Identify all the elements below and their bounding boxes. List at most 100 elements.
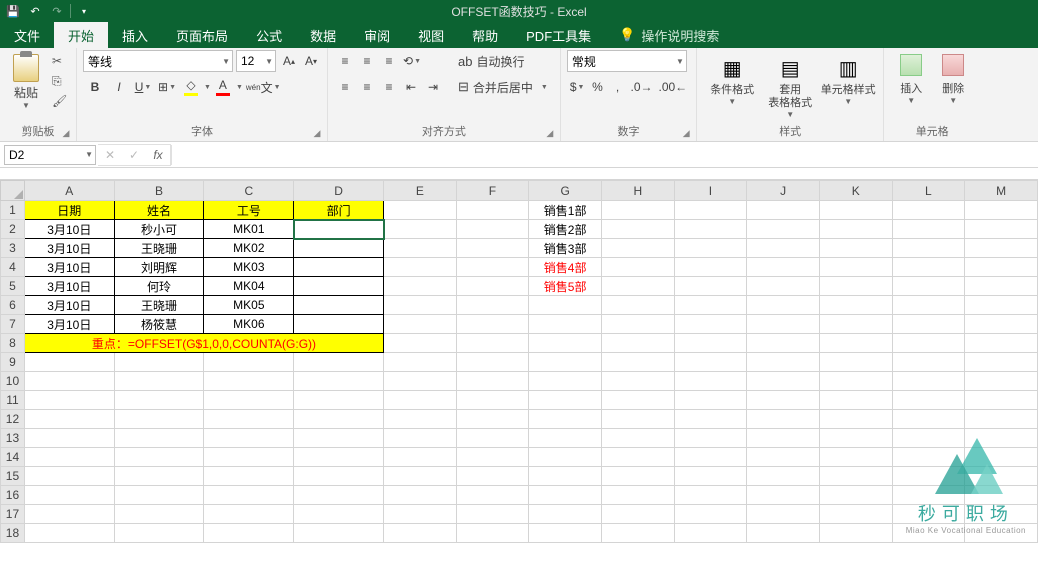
cell-G9[interactable] [529, 353, 602, 372]
cell-B13[interactable] [114, 429, 204, 448]
tab-home[interactable]: 开始 [54, 22, 108, 48]
col-header-F[interactable]: F [456, 181, 529, 201]
cell-L8[interactable] [892, 334, 965, 353]
cell-F11[interactable] [456, 391, 529, 410]
cell-G8[interactable] [529, 334, 602, 353]
row-header-18[interactable]: 18 [1, 524, 25, 543]
cell-A14[interactable] [24, 448, 114, 467]
cell-E14[interactable] [384, 448, 457, 467]
cell-K17[interactable] [819, 505, 892, 524]
cell-M16[interactable] [965, 486, 1038, 505]
cell-K2[interactable] [819, 220, 892, 239]
cell-L11[interactable] [892, 391, 965, 410]
cell-I5[interactable] [674, 277, 747, 296]
cell-E3[interactable] [384, 239, 457, 258]
cell-D16[interactable] [294, 486, 384, 505]
row-header-15[interactable]: 15 [1, 467, 25, 486]
cell-D5[interactable] [294, 277, 384, 296]
cell-B6[interactable]: 王晓珊 [114, 296, 204, 315]
cell-F4[interactable] [456, 258, 529, 277]
name-box[interactable]: D2▼ [4, 145, 96, 165]
tab-review[interactable]: 审阅 [350, 22, 404, 48]
cell-K6[interactable] [819, 296, 892, 315]
cell-L5[interactable] [892, 277, 965, 296]
row-header-5[interactable]: 5 [1, 277, 25, 296]
insert-function-button[interactable]: fx [146, 145, 170, 165]
cell-L7[interactable] [892, 315, 965, 334]
cell-F9[interactable] [456, 353, 529, 372]
font-color-button[interactable]: A [211, 76, 235, 98]
insert-cells-button[interactable]: 插入 ▼ [890, 50, 932, 105]
cell-H10[interactable] [601, 372, 674, 391]
cell-F14[interactable] [456, 448, 529, 467]
cell-I4[interactable] [674, 258, 747, 277]
cell-J1[interactable] [747, 201, 820, 220]
cell-J9[interactable] [747, 353, 820, 372]
cell-C3[interactable]: MK02 [204, 239, 294, 258]
cell-J14[interactable] [747, 448, 820, 467]
cell-H18[interactable] [601, 524, 674, 543]
row-header-7[interactable]: 7 [1, 315, 25, 334]
increase-indent-button[interactable]: ⇥ [422, 76, 444, 98]
cell-K1[interactable] [819, 201, 892, 220]
cell-L13[interactable] [892, 429, 965, 448]
cell-C14[interactable] [204, 448, 294, 467]
qat-customize-icon[interactable]: ▾ [75, 2, 93, 20]
cell-K9[interactable] [819, 353, 892, 372]
cell-B2[interactable]: 秒小可 [114, 220, 204, 239]
cell-K14[interactable] [819, 448, 892, 467]
cell-E16[interactable] [384, 486, 457, 505]
cell-L17[interactable] [892, 505, 965, 524]
cell-L12[interactable] [892, 410, 965, 429]
cell-B18[interactable] [114, 524, 204, 543]
row-header-10[interactable]: 10 [1, 372, 25, 391]
cell-F1[interactable] [456, 201, 529, 220]
col-header-I[interactable]: I [674, 181, 747, 201]
cell-E6[interactable] [384, 296, 457, 315]
cell-K11[interactable] [819, 391, 892, 410]
cell-G7[interactable] [529, 315, 602, 334]
cell-K8[interactable] [819, 334, 892, 353]
cell-G12[interactable] [529, 410, 602, 429]
cell-A16[interactable] [24, 486, 114, 505]
cell-M18[interactable] [965, 524, 1038, 543]
cell-I15[interactable] [674, 467, 747, 486]
percent-button[interactable]: % [587, 76, 607, 98]
cell-C1[interactable]: 工号 [204, 201, 294, 220]
cell-C5[interactable]: MK04 [204, 277, 294, 296]
cell-F6[interactable] [456, 296, 529, 315]
cell-C2[interactable]: MK01 [204, 220, 294, 239]
cell-A10[interactable] [24, 372, 114, 391]
dialog-launcher-icon[interactable]: ◢ [680, 128, 692, 140]
col-header-B[interactable]: B [114, 181, 204, 201]
cell-H17[interactable] [601, 505, 674, 524]
cell-M1[interactable] [965, 201, 1038, 220]
cell-H3[interactable] [601, 239, 674, 258]
cell-H1[interactable] [601, 201, 674, 220]
cell-K4[interactable] [819, 258, 892, 277]
cell-G10[interactable] [529, 372, 602, 391]
col-header-J[interactable]: J [747, 181, 820, 201]
cell-B10[interactable] [114, 372, 204, 391]
cell-G6[interactable] [529, 296, 602, 315]
row-header-4[interactable]: 4 [1, 258, 25, 277]
phonetic-button[interactable]: wén文▼ [243, 76, 284, 98]
cell-F17[interactable] [456, 505, 529, 524]
cell-H11[interactable] [601, 391, 674, 410]
cell-J11[interactable] [747, 391, 820, 410]
cell-B7[interactable]: 杨筱慧 [114, 315, 204, 334]
cell-M9[interactable] [965, 353, 1038, 372]
row-header-6[interactable]: 6 [1, 296, 25, 315]
cell-H7[interactable] [601, 315, 674, 334]
cell-H14[interactable] [601, 448, 674, 467]
cell-F18[interactable] [456, 524, 529, 543]
merge-center-button[interactable]: ⊟合并后居中▼ [452, 76, 554, 98]
cell-E1[interactable] [384, 201, 457, 220]
row-header-16[interactable]: 16 [1, 486, 25, 505]
cell-H4[interactable] [601, 258, 674, 277]
tab-help[interactable]: 帮助 [458, 22, 512, 48]
cell-C18[interactable] [204, 524, 294, 543]
cell-G1[interactable]: 销售1部 [529, 201, 602, 220]
cell-M4[interactable] [965, 258, 1038, 277]
cell-H15[interactable] [601, 467, 674, 486]
